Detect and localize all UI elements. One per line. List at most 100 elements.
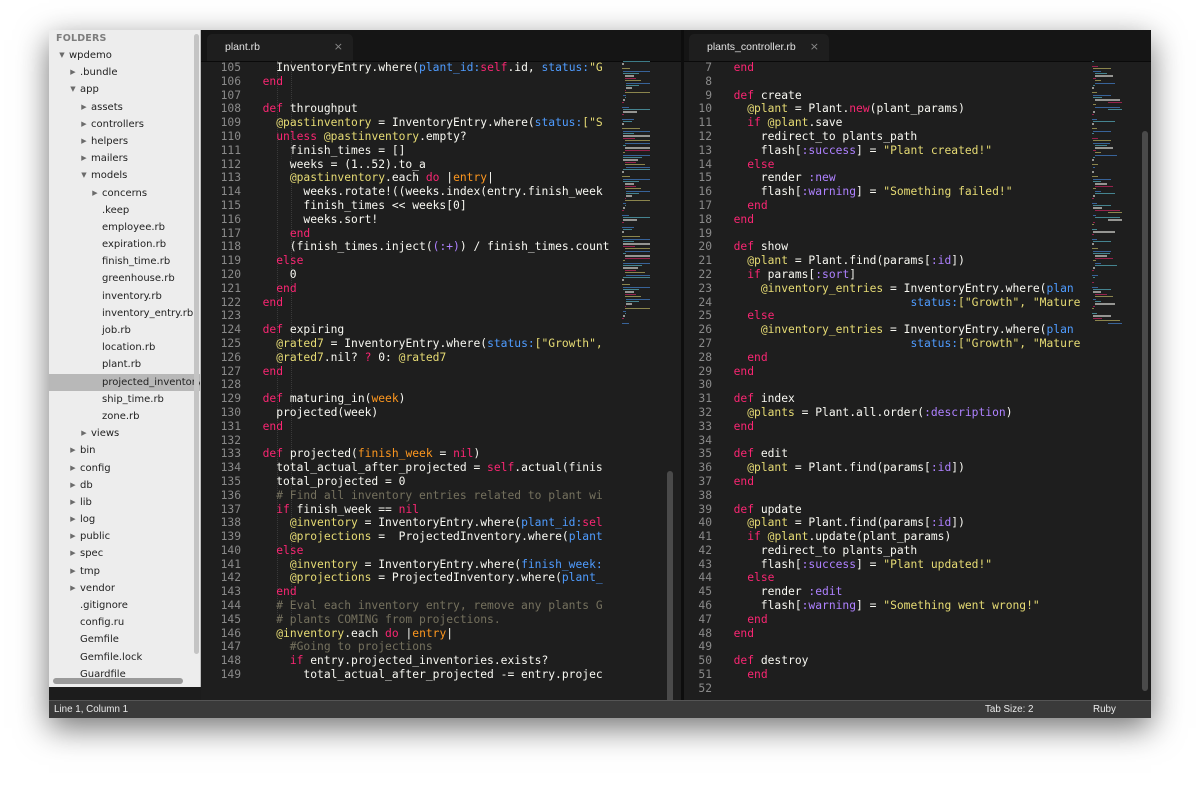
code-area[interactable]: end def create @plant = Plant.new(plant_… bbox=[720, 61, 1081, 696]
code-line[interactable]: @rated7 = InventoryEntry.where(status:["… bbox=[249, 337, 610, 351]
close-icon[interactable]: × bbox=[334, 40, 343, 53]
code-line[interactable]: finish_times << weeks[0] bbox=[249, 199, 610, 213]
sidebar-vertical-scrollbar[interactable] bbox=[194, 34, 199, 654]
code-area[interactable]: InventoryEntry.where(plant_id:self.id, s… bbox=[249, 61, 610, 682]
code-line[interactable]: end bbox=[720, 613, 1080, 627]
tree-file[interactable]: finish_time.rb bbox=[49, 253, 200, 270]
code-line[interactable]: end bbox=[249, 227, 610, 241]
tree-folder[interactable]: ▶ config bbox=[49, 460, 200, 477]
code-line[interactable]: else bbox=[720, 158, 1080, 172]
tree-folder[interactable]: ▶ assets bbox=[49, 99, 200, 116]
code-line[interactable]: else bbox=[720, 309, 1080, 323]
tree-folder[interactable]: ▶ db bbox=[49, 477, 200, 494]
code-line[interactable]: if @plant.update(plant_params) bbox=[720, 530, 1080, 544]
tree-file[interactable]: projected_inventory.r bbox=[49, 373, 200, 391]
code-line[interactable]: 0 bbox=[249, 268, 610, 282]
code-line[interactable]: @projections = ProjectedInventory.where(… bbox=[249, 530, 610, 544]
tree-file[interactable]: greenhouse.rb bbox=[49, 270, 200, 287]
disclosure-closed-icon[interactable]: ▶ bbox=[68, 477, 78, 494]
code-line[interactable]: if finish_week == nil bbox=[249, 503, 610, 517]
code-line[interactable]: end bbox=[249, 282, 610, 296]
tree-file[interactable]: employee.rb bbox=[49, 219, 200, 236]
code-line[interactable]: @pastinventory.each do |entry| bbox=[249, 171, 610, 185]
code-line[interactable] bbox=[720, 640, 1080, 654]
disclosure-closed-icon[interactable]: ▶ bbox=[68, 494, 78, 511]
code-line[interactable]: flash[:success] = "Plant created!" bbox=[720, 144, 1080, 158]
code-line[interactable] bbox=[720, 682, 1080, 696]
code-line[interactable]: @plant = Plant.find(params[:id]) bbox=[720, 461, 1080, 475]
tree-folder[interactable]: ▼ wpdemo bbox=[49, 47, 200, 64]
disclosure-closed-icon[interactable]: ▶ bbox=[68, 563, 78, 580]
code-line[interactable]: else bbox=[249, 544, 610, 558]
tree-file[interactable]: ship_time.rb bbox=[49, 391, 200, 408]
code-line[interactable]: def maturing_in(week) bbox=[249, 392, 610, 406]
disclosure-closed-icon[interactable]: ▶ bbox=[68, 442, 78, 459]
disclosure-closed-icon[interactable]: ▶ bbox=[68, 580, 78, 597]
disclosure-closed-icon[interactable]: ▶ bbox=[68, 460, 78, 477]
code-line[interactable]: weeks.sort! bbox=[249, 213, 610, 227]
code-line[interactable]: @projections = ProjectedInventory.where(… bbox=[249, 571, 610, 585]
tree-folder[interactable]: ▶ lib bbox=[49, 494, 200, 511]
tree-file[interactable]: expiration.rb bbox=[49, 236, 200, 253]
vertical-scrollbar[interactable] bbox=[667, 471, 673, 701]
close-icon[interactable]: × bbox=[810, 40, 819, 53]
code-line[interactable]: end bbox=[249, 296, 610, 310]
code-line[interactable] bbox=[720, 75, 1080, 89]
code-line[interactable]: @inventory_entries = InventoryEntry.wher… bbox=[720, 323, 1080, 337]
code-line[interactable]: end bbox=[720, 213, 1080, 227]
code-line[interactable]: end bbox=[720, 420, 1080, 434]
code-line[interactable]: def projected(finish_week = nil) bbox=[249, 447, 610, 461]
code-line[interactable]: flash[:success] = "Plant updated!" bbox=[720, 558, 1080, 572]
code-line[interactable]: flash[:warning] = "Something went wrong!… bbox=[720, 599, 1080, 613]
code-line[interactable]: @rated7.nil? ? 0: @rated7 bbox=[249, 351, 610, 365]
code-line[interactable]: @pastinventory = InventoryEntry.where(st… bbox=[249, 116, 610, 130]
code-line[interactable]: @plants = Plant.all.order(:description) bbox=[720, 406, 1080, 420]
code-line[interactable]: weeks = (1..52).to_a bbox=[249, 158, 610, 172]
code-line[interactable]: end bbox=[249, 420, 610, 434]
code-line[interactable]: @inventory.each do |entry| bbox=[249, 627, 610, 641]
tree-folder[interactable]: ▶ helpers bbox=[49, 133, 200, 150]
tree-folder[interactable]: ▶ bin bbox=[49, 442, 200, 459]
tree-file[interactable]: zone.rb bbox=[49, 408, 200, 425]
code-line[interactable]: InventoryEntry.where(plant_id:self.id, s… bbox=[249, 61, 610, 75]
code-line[interactable]: def destroy bbox=[720, 654, 1080, 668]
tree-folder[interactable]: ▶ public bbox=[49, 528, 200, 545]
disclosure-closed-icon[interactable]: ▶ bbox=[79, 150, 89, 167]
code-line[interactable] bbox=[249, 378, 610, 392]
code-line[interactable]: end bbox=[720, 199, 1080, 213]
code-line[interactable]: redirect_to plants_path bbox=[720, 544, 1080, 558]
code-line[interactable]: redirect_to plants_path bbox=[720, 130, 1080, 144]
code-editor-left[interactable]: 105 106 107 108 109 110 111 112 113 114 115 116 117 1… bbox=[201, 61, 681, 701]
code-line[interactable]: @plant = Plant.find(params[:id]) bbox=[720, 254, 1080, 268]
code-line[interactable]: def update bbox=[720, 503, 1080, 517]
code-line[interactable]: end bbox=[720, 61, 1080, 75]
code-line[interactable]: @inventory = InventoryEntry.where(plant_… bbox=[249, 516, 610, 530]
tree-file[interactable]: .keep bbox=[49, 202, 200, 219]
sidebar-horizontal-scrollbar[interactable] bbox=[53, 678, 183, 684]
disclosure-closed-icon[interactable]: ▶ bbox=[68, 528, 78, 545]
tree-folder[interactable]: ▶ log bbox=[49, 511, 200, 528]
code-line[interactable] bbox=[720, 434, 1080, 448]
minimap[interactable] bbox=[1091, 61, 1135, 341]
code-line[interactable]: if @plant.save bbox=[720, 116, 1080, 130]
code-line[interactable]: def expiring bbox=[249, 323, 610, 337]
code-line[interactable] bbox=[249, 309, 610, 323]
disclosure-closed-icon[interactable]: ▶ bbox=[90, 185, 100, 202]
tree-folder[interactable]: ▶ spec bbox=[49, 545, 200, 562]
tree-folder[interactable]: ▶ vendor bbox=[49, 580, 200, 597]
code-line[interactable]: @plant = Plant.new(plant_params) bbox=[720, 102, 1080, 116]
tab-plant-rb[interactable]: plant.rb × bbox=[207, 34, 353, 61]
tree-file[interactable]: inventory_entry.rb bbox=[49, 305, 200, 322]
code-line[interactable]: (finish_times.inject((:+)) / finish_time… bbox=[249, 240, 610, 254]
code-line[interactable]: if params[:sort] bbox=[720, 268, 1080, 282]
code-line[interactable]: @inventory = InventoryEntry.where(finish… bbox=[249, 558, 610, 572]
minimap[interactable] bbox=[621, 61, 665, 341]
code-line[interactable]: # plants COMING from projections. bbox=[249, 613, 610, 627]
code-line[interactable]: finish_times = [] bbox=[249, 144, 610, 158]
code-line[interactable] bbox=[720, 489, 1080, 503]
code-line[interactable]: end bbox=[720, 365, 1080, 379]
tree-folder[interactable]: ▶ concerns bbox=[49, 185, 200, 202]
disclosure-open-icon[interactable]: ▼ bbox=[79, 167, 89, 184]
disclosure-closed-icon[interactable]: ▶ bbox=[79, 116, 89, 133]
code-line[interactable]: @plant = Plant.find(params[:id]) bbox=[720, 516, 1080, 530]
